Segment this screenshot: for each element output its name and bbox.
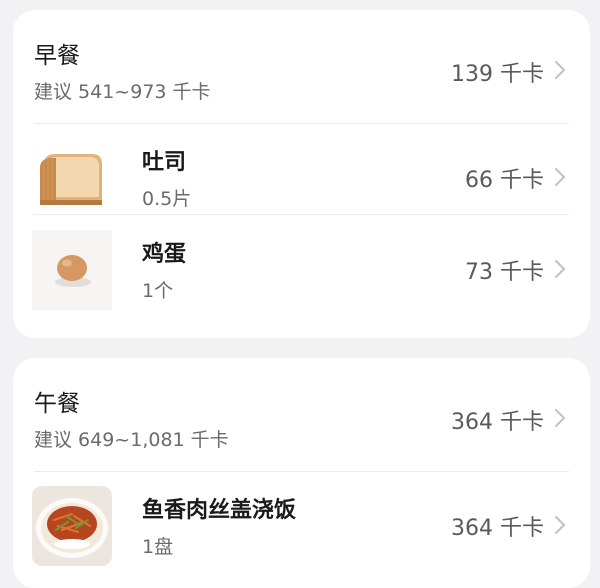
food-kcal: 66 千卡 xyxy=(465,168,544,193)
chevron-right-icon xyxy=(554,259,566,279)
lunch-kcal: 364 千卡 xyxy=(451,410,544,435)
divider xyxy=(34,123,569,124)
breakfast-suggestion: 建议 541~973 千卡 xyxy=(34,81,211,103)
food-quantity: 0.5片 xyxy=(142,188,192,210)
food-name: 吐司 xyxy=(142,150,187,175)
food-row-toast[interactable]: 吐司 0.5片 66 千卡 xyxy=(13,132,590,224)
food-kcal: 364 千卡 xyxy=(451,516,544,541)
food-name: 鸡蛋 xyxy=(142,242,187,267)
breakfast-header[interactable]: 早餐 建议 541~973 千卡 139 千卡 xyxy=(13,10,590,122)
breakfast-title: 早餐 xyxy=(34,43,80,69)
chevron-right-icon xyxy=(554,408,566,428)
food-quantity: 1个 xyxy=(142,280,174,302)
food-row-egg[interactable]: 鸡蛋 1个 73 千卡 xyxy=(13,224,590,316)
food-quantity: 1盘 xyxy=(142,536,174,558)
egg-image xyxy=(32,230,112,310)
breakfast-kcal: 139 千卡 xyxy=(451,62,544,87)
toast-image xyxy=(32,138,112,218)
breakfast-card: 早餐 建议 541~973 千卡 139 千卡 吐司 0.5片 66 千卡 鸡蛋… xyxy=(13,10,590,338)
lunch-title: 午餐 xyxy=(34,391,80,417)
chevron-right-icon xyxy=(554,167,566,187)
divider xyxy=(34,471,569,472)
lunch-card: 午餐 建议 649~1,081 千卡 364 千卡 鱼香肉丝盖浇饭 1盘 364… xyxy=(13,358,590,588)
lunch-header[interactable]: 午餐 建议 649~1,081 千卡 364 千卡 xyxy=(13,358,590,470)
food-row-rice-dish[interactable]: 鱼香肉丝盖浇饭 1盘 364 千卡 xyxy=(13,480,590,572)
chevron-right-icon xyxy=(554,60,566,80)
divider xyxy=(34,214,569,215)
food-name: 鱼香肉丝盖浇饭 xyxy=(142,498,297,523)
lunch-suggestion: 建议 649~1,081 千卡 xyxy=(34,429,229,451)
rice-dish-image xyxy=(32,486,112,566)
food-kcal: 73 千卡 xyxy=(465,260,544,285)
chevron-right-icon xyxy=(554,515,566,535)
